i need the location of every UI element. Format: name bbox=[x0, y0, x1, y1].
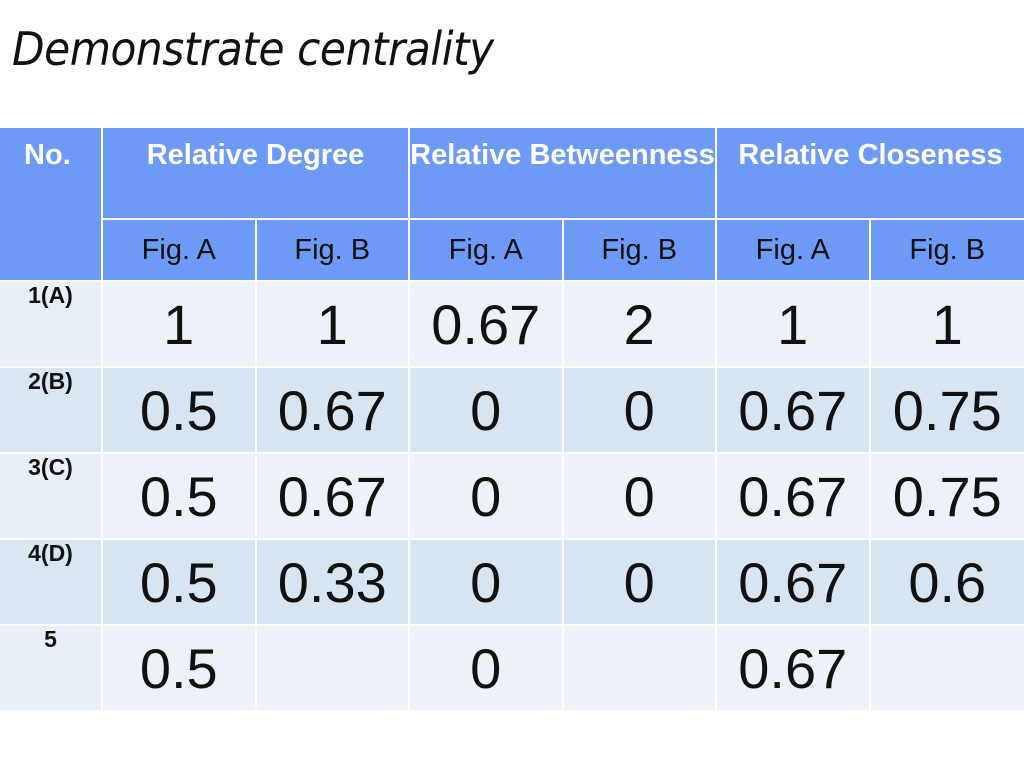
table-row: 1(A) 1 1 0.67 2 1 1 bbox=[0, 282, 1024, 368]
subheader-betweenness-fig-a: Fig. A bbox=[410, 220, 564, 282]
cell-closeness-fig-a: 1 bbox=[717, 282, 871, 368]
cell-closeness-fig-b: 0.75 bbox=[870, 454, 1024, 540]
cell-betweenness-fig-a: 0 bbox=[410, 368, 564, 454]
row-label: 1(A) bbox=[0, 282, 103, 368]
sub-header-row: Fig. A Fig. B Fig. A Fig. B Fig. A Fig. … bbox=[0, 220, 1024, 282]
slide-title: Demonstrate centrality bbox=[12, 22, 494, 76]
cell-betweenness-fig-b bbox=[563, 626, 717, 712]
cell-degree-fig-a: 0.5 bbox=[103, 540, 257, 626]
cell-closeness-fig-b bbox=[870, 626, 1024, 712]
table-row: 3(C) 0.5 0.67 0 0 0.67 0.75 bbox=[0, 454, 1024, 540]
cell-degree-fig-a: 0.5 bbox=[103, 626, 257, 712]
header-relative-betweenness: Relative Betweenness bbox=[410, 128, 717, 220]
no-header: No. bbox=[0, 128, 103, 282]
cell-betweenness-fig-a: 0.67 bbox=[410, 282, 564, 368]
cell-betweenness-fig-a: 0 bbox=[410, 626, 564, 712]
cell-degree-fig-b bbox=[256, 626, 410, 712]
table-row: 5 0.5 0 0.67 bbox=[0, 626, 1024, 712]
subheader-degree-fig-b: Fig. B bbox=[256, 220, 410, 282]
group-header-row: No. Relative Degree Relative Betweenness… bbox=[0, 128, 1024, 282]
cell-closeness-fig-a: 0.67 bbox=[717, 368, 871, 454]
cell-betweenness-fig-a: 0 bbox=[410, 454, 564, 540]
cell-closeness-fig-a: 0.67 bbox=[717, 626, 871, 712]
cell-degree-fig-b: 0.67 bbox=[256, 454, 410, 540]
no-header-label: No. bbox=[24, 139, 71, 171]
cell-degree-fig-b: 0.33 bbox=[256, 540, 410, 626]
cell-closeness-fig-b: 0.6 bbox=[870, 540, 1024, 626]
cell-betweenness-fig-b: 2 bbox=[563, 282, 717, 368]
cell-degree-fig-a: 0.5 bbox=[103, 454, 257, 540]
header-relative-closeness: Relative Closeness bbox=[717, 128, 1024, 220]
row-label: 4(D) bbox=[0, 540, 103, 626]
subheader-betweenness-fig-b: Fig. B bbox=[563, 220, 717, 282]
cell-betweenness-fig-a: 0 bbox=[410, 540, 564, 626]
cell-closeness-fig-b: 1 bbox=[870, 282, 1024, 368]
cell-closeness-fig-a: 0.67 bbox=[717, 454, 871, 540]
subheader-degree-fig-a: Fig. A bbox=[103, 220, 257, 282]
table-row: 2(B) 0.5 0.67 0 0 0.67 0.75 bbox=[0, 368, 1024, 454]
row-label: 3(C) bbox=[0, 454, 103, 540]
header-relative-degree: Relative Degree bbox=[103, 128, 410, 220]
cell-degree-fig-a: 1 bbox=[103, 282, 257, 368]
cell-closeness-fig-a: 0.67 bbox=[717, 540, 871, 626]
row-label: 5 bbox=[0, 626, 103, 712]
cell-degree-fig-b: 1 bbox=[256, 282, 410, 368]
cell-betweenness-fig-b: 0 bbox=[563, 368, 717, 454]
table-row: 4(D) 0.5 0.33 0 0 0.67 0.6 bbox=[0, 540, 1024, 626]
subheader-closeness-fig-a: Fig. A bbox=[717, 220, 871, 282]
cell-betweenness-fig-b: 0 bbox=[563, 540, 717, 626]
centrality-table: No. Relative Degree Relative Betweenness… bbox=[0, 128, 1024, 712]
cell-closeness-fig-b: 0.75 bbox=[870, 368, 1024, 454]
cell-degree-fig-b: 0.67 bbox=[256, 368, 410, 454]
subheader-closeness-fig-b: Fig. B bbox=[870, 220, 1024, 282]
cell-degree-fig-a: 0.5 bbox=[103, 368, 257, 454]
cell-betweenness-fig-b: 0 bbox=[563, 454, 717, 540]
row-label: 2(B) bbox=[0, 368, 103, 454]
